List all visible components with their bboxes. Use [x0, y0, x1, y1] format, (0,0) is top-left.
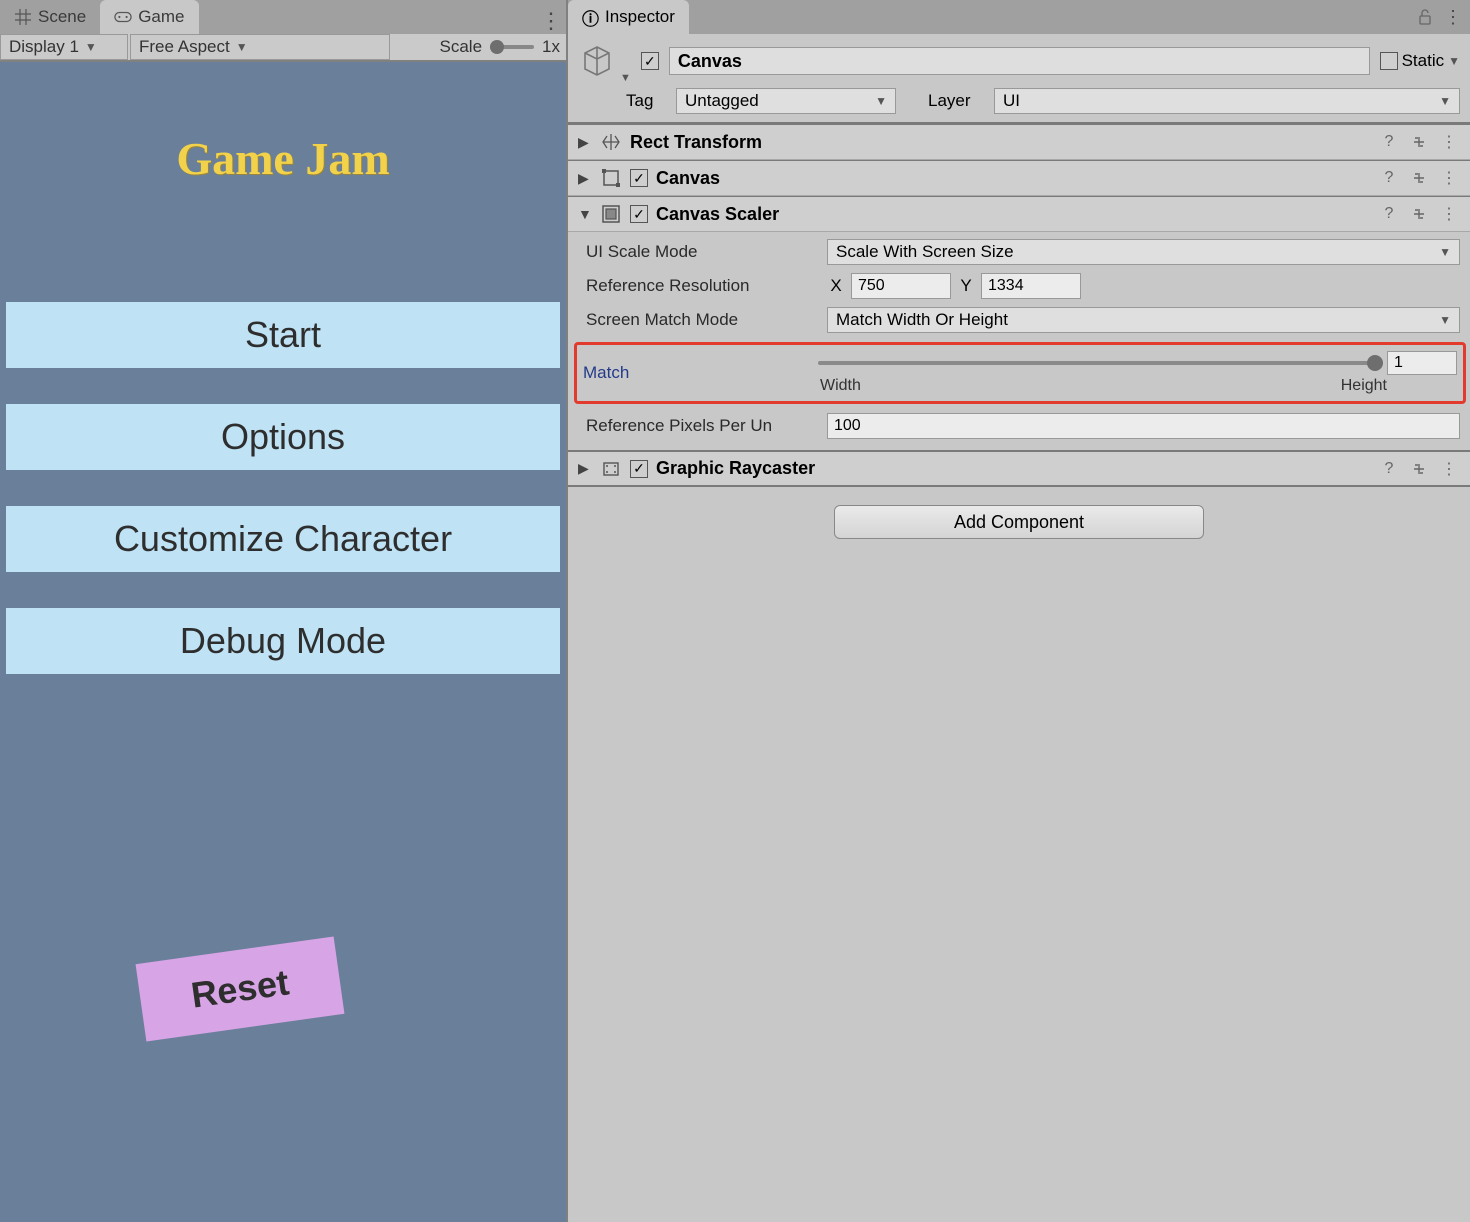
- canvas-scaler-icon: [600, 203, 622, 225]
- info-icon: ⓘ: [582, 5, 599, 30]
- rect-transform-icon: [600, 131, 622, 153]
- scale-label: Scale: [440, 37, 483, 57]
- active-checkbox[interactable]: ✓: [641, 52, 659, 70]
- screen-match-mode-label: Screen Match Mode: [586, 310, 821, 330]
- screen-match-mode-dropdown[interactable]: Match Width Or Height▼: [827, 307, 1460, 333]
- layer-label: Layer: [928, 91, 988, 111]
- debug-mode-button[interactable]: Debug Mode: [6, 608, 560, 674]
- canvas-scaler-body: UI Scale Mode Scale With Screen Size▼ Re…: [568, 232, 1470, 451]
- screen-match-mode-value: Match Width Or Height: [836, 310, 1008, 330]
- help-icon[interactable]: ?: [1378, 458, 1400, 480]
- inspector-menu-icon[interactable]: ⋮: [1442, 6, 1464, 28]
- tab-game-label: Game: [138, 7, 184, 27]
- ui-scale-mode-label: UI Scale Mode: [586, 242, 821, 262]
- preset-icon[interactable]: [1408, 458, 1430, 480]
- game-pane: Scene Game ⋮ Display 1▼ Free Aspect▼ Sca…: [0, 0, 568, 1222]
- component-menu-icon[interactable]: ⋮: [1438, 131, 1460, 153]
- left-tab-menu-icon[interactable]: ⋮: [536, 8, 566, 34]
- ui-scale-mode-dropdown[interactable]: Scale With Screen Size▼: [827, 239, 1460, 265]
- component-menu-icon[interactable]: ⋮: [1438, 167, 1460, 189]
- component-graphic-raycaster[interactable]: ▶ ✓ Graphic Raycaster ? ⋮: [568, 451, 1470, 487]
- game-title: Game Jam: [0, 132, 566, 185]
- reset-button[interactable]: Reset: [136, 936, 345, 1041]
- reference-resolution-x-field[interactable]: [851, 273, 951, 299]
- gameobject-header: ▼ ✓ Static ▼ Tag Untagged▼ Layer UI▼: [568, 34, 1470, 124]
- gameobject-name-field[interactable]: [669, 47, 1370, 75]
- match-highlight: Match Width Height: [574, 342, 1466, 404]
- layer-value: UI: [1003, 91, 1020, 111]
- scene-icon: [14, 8, 32, 26]
- left-tab-row: Scene Game ⋮: [0, 0, 566, 34]
- static-dropdown-icon[interactable]: ▼: [1448, 54, 1460, 68]
- match-label: Match: [583, 363, 812, 383]
- display-dropdown[interactable]: Display 1▼: [0, 34, 128, 60]
- fold-icon[interactable]: ▼: [578, 206, 592, 222]
- reference-pixels-field[interactable]: [827, 413, 1460, 439]
- tab-game[interactable]: Game: [100, 0, 198, 34]
- tag-dropdown[interactable]: Untagged▼: [676, 88, 896, 114]
- component-menu-icon[interactable]: ⋮: [1438, 458, 1460, 480]
- help-icon[interactable]: ?: [1378, 167, 1400, 189]
- component-title: Rect Transform: [630, 132, 1370, 153]
- canvas-enable-checkbox[interactable]: ✓: [630, 169, 648, 187]
- options-button[interactable]: Options: [6, 404, 560, 470]
- static-checkbox[interactable]: [1380, 52, 1398, 70]
- component-title: Canvas Scaler: [656, 204, 1370, 225]
- match-height-label: Height: [1341, 377, 1387, 395]
- game-toolbar: Display 1▼ Free Aspect▼ Scale 1x: [0, 34, 566, 62]
- tag-value: Untagged: [685, 91, 759, 111]
- component-canvas[interactable]: ▶ ✓ Canvas ? ⋮: [568, 160, 1470, 196]
- fold-icon[interactable]: ▶: [578, 460, 592, 477]
- inspector-pane: ⓘ Inspector ⋮ ▼ ✓ Static: [568, 0, 1470, 1222]
- game-canvas: Game Jam Start Options Customize Charact…: [0, 62, 566, 1222]
- scale-slider[interactable]: [490, 45, 534, 49]
- graphic-raycaster-icon: [600, 458, 622, 480]
- canvas-icon: [600, 167, 622, 189]
- help-icon[interactable]: ?: [1378, 131, 1400, 153]
- gameobject-icon[interactable]: [578, 42, 616, 80]
- fold-icon[interactable]: ▶: [578, 134, 592, 151]
- match-value-field[interactable]: [1387, 351, 1457, 375]
- tab-scene-label: Scene: [38, 7, 86, 27]
- start-button[interactable]: Start: [6, 302, 560, 368]
- ui-scale-mode-value: Scale With Screen Size: [836, 242, 1014, 262]
- component-rect-transform[interactable]: ▶ Rect Transform ? ⋮: [568, 124, 1470, 160]
- tab-scene[interactable]: Scene: [0, 0, 100, 34]
- lock-icon[interactable]: [1414, 6, 1436, 28]
- game-icon: [114, 8, 132, 26]
- display-dropdown-label: Display 1: [9, 37, 79, 57]
- tab-inspector[interactable]: ⓘ Inspector: [568, 0, 689, 34]
- inspector-tab-row: ⓘ Inspector ⋮: [568, 0, 1470, 34]
- aspect-dropdown[interactable]: Free Aspect▼: [130, 34, 390, 60]
- component-canvas-scaler[interactable]: ▼ ✓ Canvas Scaler ? ⋮: [568, 196, 1470, 232]
- gameobject-icon-dropdown[interactable]: ▼: [620, 72, 631, 84]
- add-component-button[interactable]: Add Component: [834, 505, 1204, 539]
- reference-pixels-label: Reference Pixels Per Un: [586, 416, 821, 436]
- menu-button-group: Start Options Customize Character Debug …: [6, 302, 560, 674]
- scale-value: 1x: [542, 37, 560, 57]
- tab-inspector-label: Inspector: [605, 7, 675, 27]
- preset-icon[interactable]: [1408, 167, 1430, 189]
- match-width-label: Width: [820, 377, 861, 395]
- component-menu-icon[interactable]: ⋮: [1438, 203, 1460, 225]
- preset-icon[interactable]: [1408, 131, 1430, 153]
- component-title: Canvas: [656, 168, 1370, 189]
- static-label: Static: [1402, 51, 1445, 71]
- tag-label: Tag: [626, 91, 670, 111]
- canvas-scaler-enable-checkbox[interactable]: ✓: [630, 205, 648, 223]
- customize-character-button[interactable]: Customize Character: [6, 506, 560, 572]
- component-title: Graphic Raycaster: [656, 458, 1370, 479]
- layer-dropdown[interactable]: UI▼: [994, 88, 1460, 114]
- y-label: Y: [957, 276, 975, 296]
- fold-icon[interactable]: ▶: [578, 170, 592, 187]
- aspect-dropdown-label: Free Aspect: [139, 37, 230, 57]
- reference-resolution-y-field[interactable]: [981, 273, 1081, 299]
- preset-icon[interactable]: [1408, 203, 1430, 225]
- x-label: X: [827, 276, 845, 296]
- match-slider[interactable]: [818, 361, 1379, 365]
- help-icon[interactable]: ?: [1378, 203, 1400, 225]
- graphic-raycaster-enable-checkbox[interactable]: ✓: [630, 460, 648, 478]
- reference-resolution-label: Reference Resolution: [586, 276, 821, 296]
